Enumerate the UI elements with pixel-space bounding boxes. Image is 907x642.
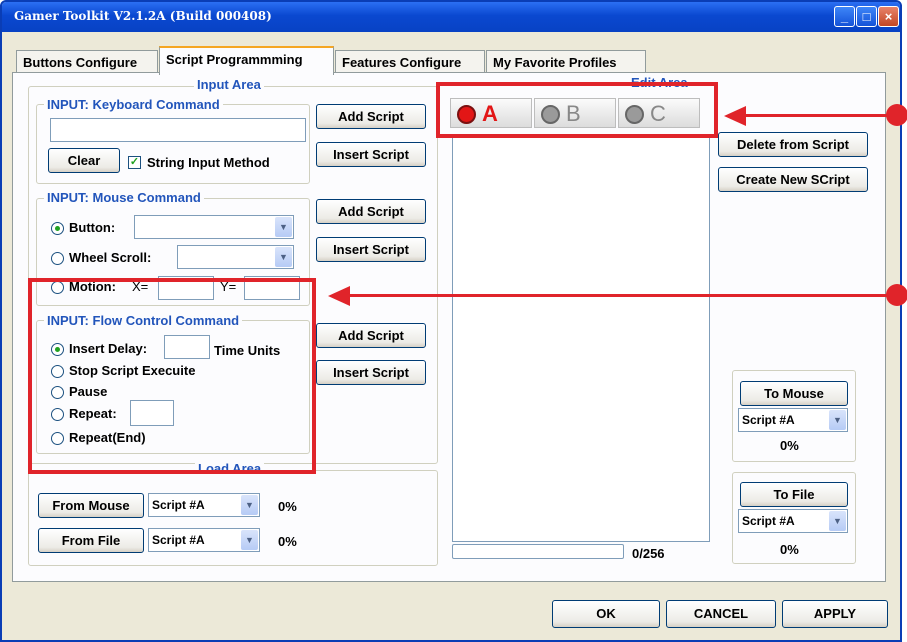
keyboard-insert-script-button[interactable]: Insert Script [316,142,426,167]
script-counter: 0/256 [632,546,665,561]
radio-button[interactable] [51,222,64,235]
annotation-arrow-line [348,294,894,297]
title-bar[interactable]: Gamer Toolkit V2.1.2A (Build 000408) _ □… [2,2,900,32]
to-mouse-percent: 0% [780,438,799,453]
annotation-box-slots [436,82,718,138]
wheel-scroll-select[interactable]: ▼ [177,245,294,269]
from-file-script-select[interactable]: Script #A ▼ [148,528,260,552]
to-mouse-script-select[interactable]: Script #A ▼ [738,408,848,432]
string-input-checkbox[interactable]: ✓ [128,156,141,169]
to-mouse-button[interactable]: To Mouse [740,381,848,406]
keyboard-heading: INPUT: Keyboard Command [44,97,223,112]
from-mouse-percent: 0% [278,499,297,514]
from-mouse-script-select[interactable]: Script #A ▼ [148,493,260,517]
keyboard-command-input[interactable] [50,118,306,142]
chevron-down-icon[interactable]: ▼ [829,410,846,430]
chevron-down-icon[interactable]: ▼ [275,247,292,267]
script-progress-bar [452,544,624,559]
from-file-percent: 0% [278,534,297,549]
to-file-button[interactable]: To File [740,482,848,507]
create-new-script-button[interactable]: Create New SCript [718,167,868,192]
annotation-arrowhead-icon [724,106,746,126]
annotation-box-flow [28,278,316,474]
mouse-heading: INPUT: Mouse Command [44,190,204,205]
keyboard-add-script-button[interactable]: Add Script [316,104,426,129]
tab-my-favorite-profiles[interactable]: My Favorite Profiles [486,50,646,74]
annotation-arrowhead-icon [328,286,350,306]
tab-buttons-configure[interactable]: Buttons Configure [16,50,158,74]
annotation-arrow-line [744,114,894,117]
chevron-down-icon[interactable]: ▼ [241,530,258,550]
from-file-button[interactable]: From File [38,528,144,553]
ok-button[interactable]: OK [552,600,660,628]
script-editor-list[interactable] [452,134,710,542]
annotation-dot-icon [886,284,907,306]
chevron-down-icon[interactable]: ▼ [241,495,258,515]
clear-button[interactable]: Clear [48,148,120,173]
mouse-button-select[interactable]: ▼ [134,215,294,239]
delete-from-script-button[interactable]: Delete from Script [718,132,868,157]
mouse-add-script-button[interactable]: Add Script [316,199,426,224]
mouse-insert-script-button[interactable]: Insert Script [316,237,426,262]
to-file-script-select[interactable]: Script #A ▼ [738,509,848,533]
window-title: Gamer Toolkit V2.1.2A (Build 000408) [14,9,272,23]
to-file-percent: 0% [780,542,799,557]
cancel-button[interactable]: CANCEL [666,600,776,628]
annotation-dot-icon [886,104,907,126]
chevron-down-icon[interactable]: ▼ [829,511,846,531]
to-file-script-value: Script #A [742,514,795,528]
apply-button[interactable]: APPLY [782,600,888,628]
to-mouse-script-value: Script #A [742,413,795,427]
radio-wheel-scroll[interactable] [51,252,64,265]
close-icon[interactable]: × [878,6,899,27]
minimize-icon[interactable]: _ [834,6,855,27]
flow-add-script-button[interactable]: Add Script [316,323,426,348]
from-file-script-value: Script #A [152,533,205,547]
tab-script-programming[interactable]: Script Programmming [159,46,334,75]
flow-insert-script-button[interactable]: Insert Script [316,360,426,385]
from-mouse-button[interactable]: From Mouse [38,493,144,518]
string-input-label: String Input Method [147,155,270,170]
button-label: Button: [69,220,116,235]
maximize-icon[interactable]: □ [856,6,877,27]
chevron-down-icon[interactable]: ▼ [275,217,292,237]
wheel-scroll-label: Wheel Scroll: [69,250,152,265]
from-mouse-script-value: Script #A [152,498,205,512]
tab-features-configure[interactable]: Features Configure [335,50,485,74]
input-area-title: Input Area [194,77,264,92]
